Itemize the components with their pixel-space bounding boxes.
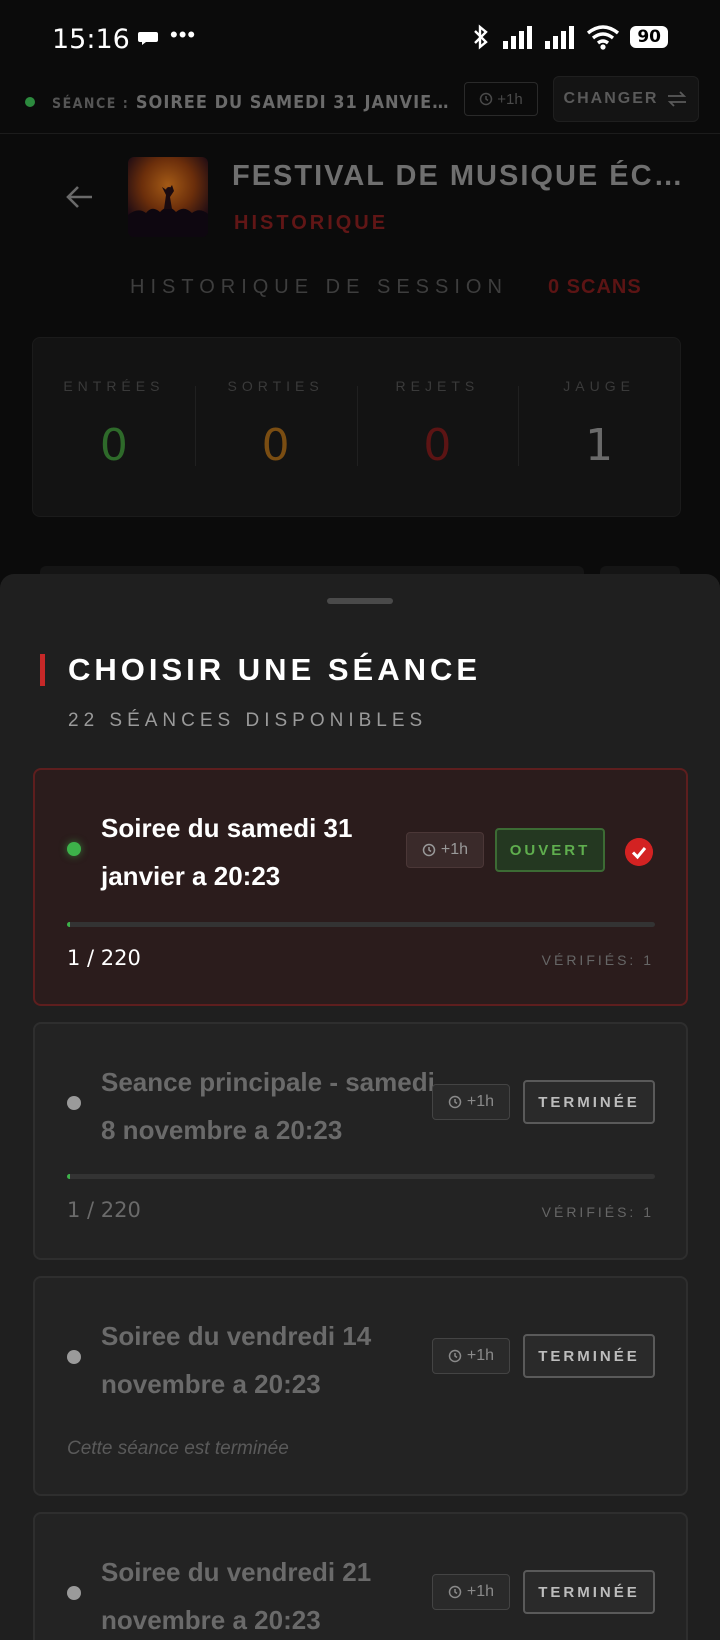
session-closed-dot [67,1350,81,1364]
session-time-badge: +1h [432,1338,510,1374]
sheet-drag-handle[interactable] [327,598,393,604]
capacity-progress-fill [67,922,70,927]
stat-rejects: REJETS 0 [356,338,519,516]
stat-value: 0 [423,420,452,471]
session-title-line2: 8 novembre a 20:23 [101,1115,343,1145]
session-title-line2: janvier a 20:23 [101,861,281,891]
session-name: SOIREE DU SAMEDI 31 JANVIER A... [135,92,452,113]
capacity-progress-bar [67,1174,655,1179]
sheet-title: CHOISIR UNE SÉANCE [68,652,482,687]
selected-check-icon [625,838,653,866]
session-title-line1: Soiree du vendredi 14 [101,1321,372,1351]
session-time-offset: +1h [466,1347,495,1364]
session-time-badge: +1h [432,1084,510,1120]
change-session-button[interactable]: CHANGER [553,76,699,122]
attendance-count: 1 / 220 [67,1198,141,1222]
session-bar: SÉANCE : SOIREE DU SAMEDI 31 JANVIER A..… [0,76,720,134]
swap-arrows-icon [668,91,687,107]
clock-icon [422,843,436,857]
signal-icon-2 [545,26,575,49]
session-title-line1: Soiree du samedi 31 [101,813,353,843]
session-title: Soiree du samedi 31 janvier a 20:23 [101,804,431,900]
session-title: Seance principale - samedi 8 novembre a … [101,1058,441,1154]
more-notifications-icon: ••• [170,22,197,47]
stat-gauge: JAUGE 1 [518,338,680,516]
session-time-offset: +1h [497,90,523,108]
session-closed-dot [67,1586,81,1600]
event-title: FESTIVAL DE MUSIQUE ÉCLECTIQ... [232,160,692,192]
stat-entries: ENTRÉES 0 [33,338,195,516]
session-time-offset: +1h [440,841,469,858]
session-title: Soiree du vendredi 21 novembre a 20:23 [101,1548,431,1640]
event-thumbnail [128,157,208,237]
session-title-line1: Seance principale - samedi [101,1067,435,1097]
verified-count: VÉRIFIÉS: 1 [541,952,654,968]
stat-label: ENTRÉES [63,378,165,394]
status-ended-badge: TERMINÉE [523,1334,655,1378]
session-time-offset: +1h [466,1583,495,1600]
session-picker-sheet: CHOISIR UNE SÉANCE 22 SÉANCES DISPONIBLE… [0,574,720,1640]
sheet-subtitle: 22 SÉANCES DISPONIBLES [68,710,428,731]
title-accent-bar [40,654,45,686]
stats-panel: ENTRÉES 0 SORTIES 0 REJETS 0 JAUGE 1 [32,337,681,517]
session-time-badge: +1h [406,832,484,868]
session-open-dot [67,842,81,856]
capacity-progress-bar [67,922,655,927]
stat-label: REJETS [395,378,480,394]
scan-count: 0 SCANS [548,276,642,298]
status-bar: 15:16 ••• 90 [0,0,720,80]
clock: 15:16 [52,24,130,55]
clock-icon [480,92,493,106]
session-closed-dot [67,1096,81,1110]
status-ended-badge: TERMINÉE [523,1570,655,1614]
session-prefix: SÉANCE : [52,96,130,112]
session-time-badge: +1h [432,1574,510,1610]
wifi-icon [587,25,620,50]
session-time-badge: +1h [464,82,538,116]
clock-icon [448,1095,462,1109]
session-title: Soiree du vendredi 14 novembre a 20:23 [101,1312,431,1408]
session-card[interactable]: Soiree du vendredi 14 novembre a 20:23 +… [33,1276,688,1496]
clock-icon [448,1585,462,1599]
stat-value: 1 [585,420,614,471]
session-title-line2: novembre a 20:23 [101,1605,321,1635]
clock-icon [448,1349,462,1363]
signal-icon [503,26,533,49]
stat-value: 0 [99,420,128,471]
back-arrow-icon[interactable] [64,182,94,212]
verified-count: VÉRIFIÉS: 1 [541,1204,654,1220]
concert-crowd-image [128,185,208,237]
change-session-label: CHANGER [563,90,659,107]
stat-exits: SORTIES 0 [194,338,357,516]
stat-label: JAUGE [563,378,635,394]
session-title-line2: novembre a 20:23 [101,1369,321,1399]
stat-label: SORTIES [227,378,324,394]
session-title-line1: Soiree du vendredi 21 [101,1557,372,1587]
session-time-offset: +1h [466,1093,495,1110]
stat-value: 0 [261,420,290,471]
capacity-progress-fill [67,1174,70,1179]
session-ended-note: Cette séance est terminée [67,1438,289,1459]
event-subtitle: HISTORIQUE [234,212,389,234]
battery-level: 90 [630,26,668,48]
status-ended-badge: TERMINÉE [523,1080,655,1124]
session-card[interactable]: Seance principale - samedi 8 novembre a … [33,1022,688,1260]
message-bubble-icon [138,32,158,45]
attendance-count: 1 / 220 [67,946,141,970]
history-label: HISTORIQUE DE SESSION [130,276,508,298]
current-session-label: SÉANCE : SOIREE DU SAMEDI 31 JANVIER A..… [52,92,452,113]
session-card[interactable]: Soiree du vendredi 21 novembre a 20:23 +… [33,1512,688,1640]
session-card-active[interactable]: Soiree du samedi 31 janvier a 20:23 +1h … [33,768,688,1006]
bluetooth-icon [474,24,489,50]
session-status-dot [25,97,35,107]
status-open-badge: OUVERT [495,828,605,872]
